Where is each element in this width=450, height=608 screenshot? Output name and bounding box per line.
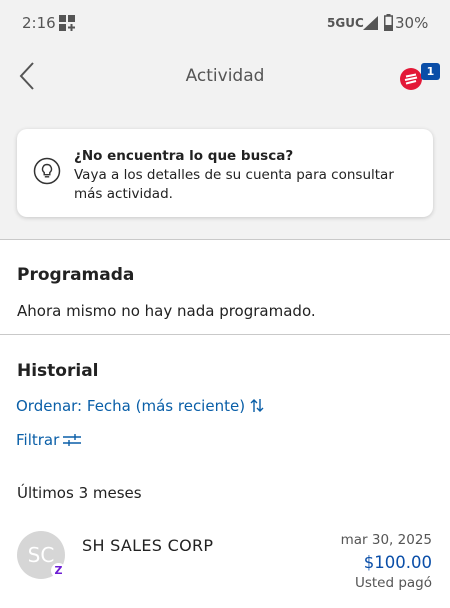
sort-label: Ordenar: Fecha (más reciente) <box>16 397 246 415</box>
transaction-name: SH SALES CORP <box>82 536 214 555</box>
scheduled-message: Ahora mismo no hay nada programado. <box>17 302 316 320</box>
filter-button[interactable]: Filtrar <box>16 431 82 449</box>
transaction-row[interactable]: SC Z SH SALES CORP mar 30, 2025 $100.00 … <box>0 522 450 608</box>
filter-label: Filtrar <box>16 431 60 449</box>
sort-icon <box>250 399 264 412</box>
hint-card[interactable]: ¿No encuentra lo que busca? Vaya a los d… <box>17 129 433 217</box>
bank-logo-icon[interactable] <box>400 68 422 90</box>
page-title: Actividad <box>185 66 265 86</box>
hint-area: ¿No encuentra lo que busca? Vaya a los d… <box>0 108 450 240</box>
battery-icon <box>384 14 393 31</box>
app-header: Actividad 1 <box>0 44 450 108</box>
status-bar: 2:16 5GUC 30% <box>0 0 450 44</box>
history-title: Historial <box>17 361 99 381</box>
battery-percentage: 30% <box>395 14 429 32</box>
network-type: 5GUC <box>327 16 364 30</box>
scheduled-title: Programada <box>17 265 135 285</box>
section-divider <box>0 334 450 335</box>
transaction-date: mar 30, 2025 <box>340 532 432 548</box>
lightbulb-icon <box>33 157 61 185</box>
sort-button[interactable]: Ordenar: Fecha (más reciente) <box>16 397 265 415</box>
transaction-amount: $100.00 <box>363 553 432 572</box>
signal-icon <box>363 16 378 30</box>
filter-icon <box>63 434 82 446</box>
transaction-status: Usted pagó <box>354 575 432 591</box>
hint-title: ¿No encuentra lo que busca? <box>74 148 294 164</box>
grid-icon <box>59 15 75 31</box>
status-time: 2:16 <box>22 14 56 32</box>
notification-badge: 1 <box>421 63 440 80</box>
zelle-icon: Z <box>51 563 66 578</box>
hint-body: Vaya a los detalles de su cuenta para co… <box>74 167 394 202</box>
period-label: Últimos 3 meses <box>17 484 142 502</box>
